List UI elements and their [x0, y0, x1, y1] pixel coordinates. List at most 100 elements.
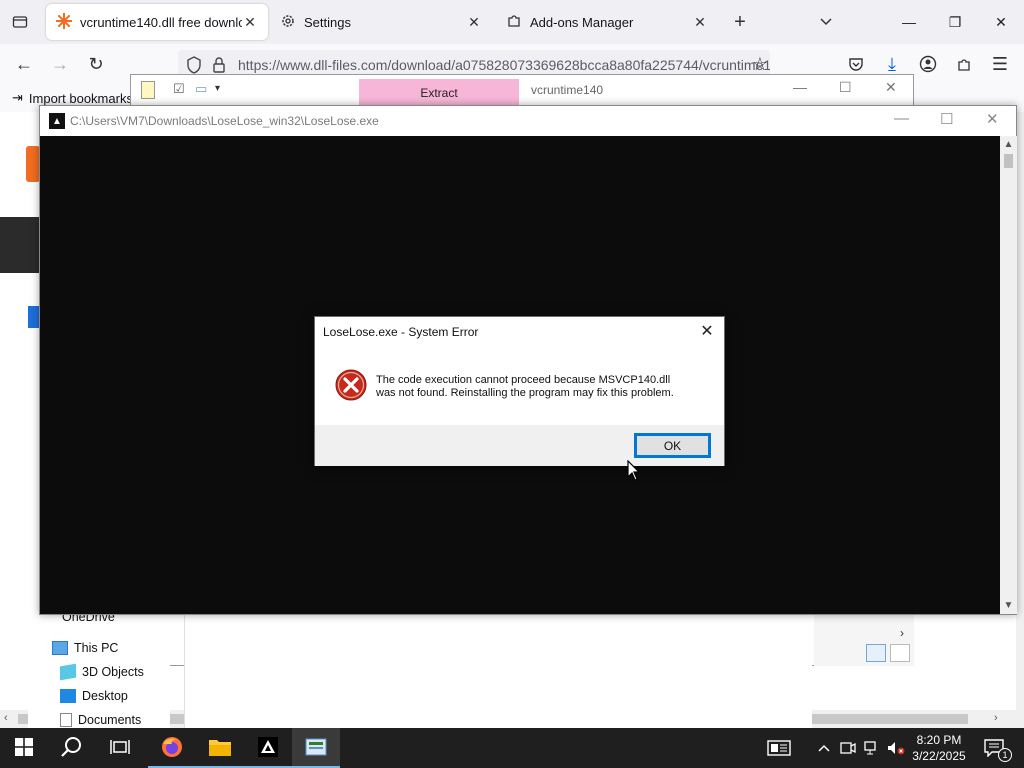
clock-time: 8:20 PM [916, 733, 962, 747]
minimize-icon[interactable]: — [894, 110, 909, 127]
error-message-line: The code execution cannot proceed becaus… [376, 374, 671, 386]
task-view-icon [110, 739, 130, 758]
error-icon [335, 369, 367, 401]
tab-settings[interactable]: Settings ✕ [270, 4, 492, 40]
restore-icon[interactable]: ❐ [932, 0, 978, 44]
new-file-icon[interactable]: ▭ [195, 81, 207, 97]
meet-now-icon[interactable] [838, 738, 858, 758]
archive-title: vcruntime140 [531, 83, 604, 97]
nav-item-3d-objects[interactable]: 3D Objects [60, 661, 144, 683]
list-tabs-chevron-down-icon[interactable] [812, 8, 840, 36]
network-icon[interactable] [862, 738, 882, 758]
browser-tab-bar: vcruntime140.dll free download ✕ Setting… [0, 0, 1024, 44]
tab-label: Add-ons Manager [530, 14, 634, 30]
taskbar-archive-app[interactable] [292, 728, 340, 768]
close-tab-icon[interactable]: ✕ [242, 14, 258, 31]
firefox-icon [160, 735, 184, 762]
nav-item-label: This PC [74, 641, 119, 655]
scroll-left-icon[interactable]: ‹ [4, 712, 8, 724]
console-title: C:\Users\VM7\Downloads\LoseLose_win32\Lo… [70, 114, 379, 128]
minimize-icon[interactable]: — [793, 79, 807, 95]
search-icon [61, 736, 83, 761]
explorer-navigation-pane: OneDrive This PC 3D Objects Desktop Docu… [28, 606, 170, 728]
volume-muted-icon[interactable] [886, 738, 906, 758]
maximize-icon[interactable]: ☐ [940, 110, 953, 128]
loselose-app-icon: ▲ [49, 113, 65, 129]
explorer-status-area: › [814, 614, 914, 666]
windows-logo-icon [15, 737, 33, 759]
tab-label: vcruntime140.dll free download [80, 14, 242, 30]
close-window-icon[interactable]: ✕ [978, 0, 1024, 44]
extract-label: Extract [420, 86, 458, 100]
import-icon: ⇥ [12, 90, 23, 105]
console-vertical-scrollbar[interactable]: ▲ ▼ [1000, 136, 1017, 614]
page-vertical-scrollbar[interactable] [1016, 112, 1024, 728]
desktop-icon [60, 689, 76, 703]
computer-icon [52, 641, 68, 655]
gear-icon [280, 13, 296, 32]
forward-icon[interactable]: → [46, 50, 74, 78]
account-icon[interactable] [914, 50, 942, 78]
tab-vcruntime[interactable]: vcruntime140.dll free download ✕ [46, 4, 268, 40]
extract-tab[interactable]: Extract [359, 79, 519, 107]
nav-item-label: Documents [78, 713, 142, 727]
action-center-icon[interactable]: 1 [982, 738, 1012, 762]
scroll-up-icon[interactable]: ▲ [1000, 136, 1017, 153]
archive-app-icon [305, 737, 327, 760]
error-message-line: was not found. Reinstalling the program … [376, 387, 674, 399]
dialog-title: LoseLose.exe - System Error [323, 325, 479, 339]
close-icon[interactable]: ✕ [696, 320, 718, 342]
zip-folder-icon [141, 81, 155, 99]
reload-icon[interactable]: ↻ [82, 50, 110, 78]
import-bookmarks-label: Import bookmarks... [28, 90, 144, 106]
show-hidden-icons-chevron-up-icon[interactable] [814, 738, 834, 758]
nav-item-this-pc[interactable]: This PC [52, 637, 118, 659]
close-tab-icon[interactable]: ✕ [692, 14, 708, 31]
firefox-view-icon[interactable] [6, 8, 34, 36]
scroll-thumb[interactable] [1004, 154, 1013, 168]
puzzle-icon [506, 13, 522, 32]
explorer-file-list[interactable] [184, 614, 812, 728]
task-view-button[interactable] [96, 728, 144, 768]
taskbar-firefox[interactable] [148, 728, 196, 768]
taskbar-file-explorer[interactable] [196, 728, 244, 768]
new-tab-icon[interactable]: + [726, 8, 754, 36]
error-message: The code execution cannot proceed becaus… [376, 374, 706, 400]
menu-icon[interactable]: ☰ [986, 50, 1014, 78]
clock-date: 3/22/2025 [912, 749, 966, 763]
close-icon[interactable]: ✕ [885, 79, 897, 96]
close-tab-icon[interactable]: ✕ [466, 14, 482, 31]
scroll-right-icon[interactable]: › [900, 626, 904, 640]
url-text: https://www.dll-files.com/download/a0758… [238, 57, 770, 73]
back-icon[interactable]: ← [10, 50, 38, 78]
customize-dropdown-icon[interactable]: ▾ [215, 83, 220, 94]
dll-files-favicon-icon [56, 12, 72, 32]
site-header-strip [0, 217, 40, 273]
details-view-icon[interactable] [866, 644, 886, 662]
system-clock[interactable]: 8:20 PM 3/22/2025 [906, 732, 972, 764]
ok-button[interactable]: OK [634, 433, 711, 458]
taskbar-loselose[interactable] [244, 728, 292, 768]
news-widget-icon[interactable] [766, 738, 792, 758]
large-icons-view-icon[interactable] [890, 644, 910, 662]
tab-addons[interactable]: Add-ons Manager ✕ [496, 4, 718, 40]
scroll-right-icon[interactable]: › [994, 712, 998, 724]
nav-item-desktop[interactable]: Desktop [60, 685, 128, 707]
close-icon[interactable]: ✕ [986, 110, 999, 128]
scroll-down-icon[interactable]: ▼ [1000, 597, 1017, 614]
maximize-icon[interactable]: ☐ [839, 79, 852, 96]
minimize-icon[interactable]: — [886, 0, 932, 44]
system-error-dialog: LoseLose.exe - System Error ✕ The code e… [314, 316, 725, 466]
import-bookmarks-link[interactable]: ⇥ Import bookmarks... [12, 90, 144, 106]
tab-label: Settings [304, 14, 351, 30]
checkbox-icon[interactable]: ☑ [173, 81, 185, 97]
cube-icon [60, 663, 76, 681]
search-button[interactable] [48, 728, 96, 768]
document-icon [60, 713, 72, 727]
folder-icon [208, 737, 232, 760]
nav-item-label: 3D Objects [82, 665, 144, 679]
extensions-icon[interactable] [950, 50, 978, 78]
start-button[interactable] [0, 728, 48, 768]
notification-count-badge: 1 [998, 748, 1012, 762]
mouse-cursor-icon [627, 459, 641, 482]
